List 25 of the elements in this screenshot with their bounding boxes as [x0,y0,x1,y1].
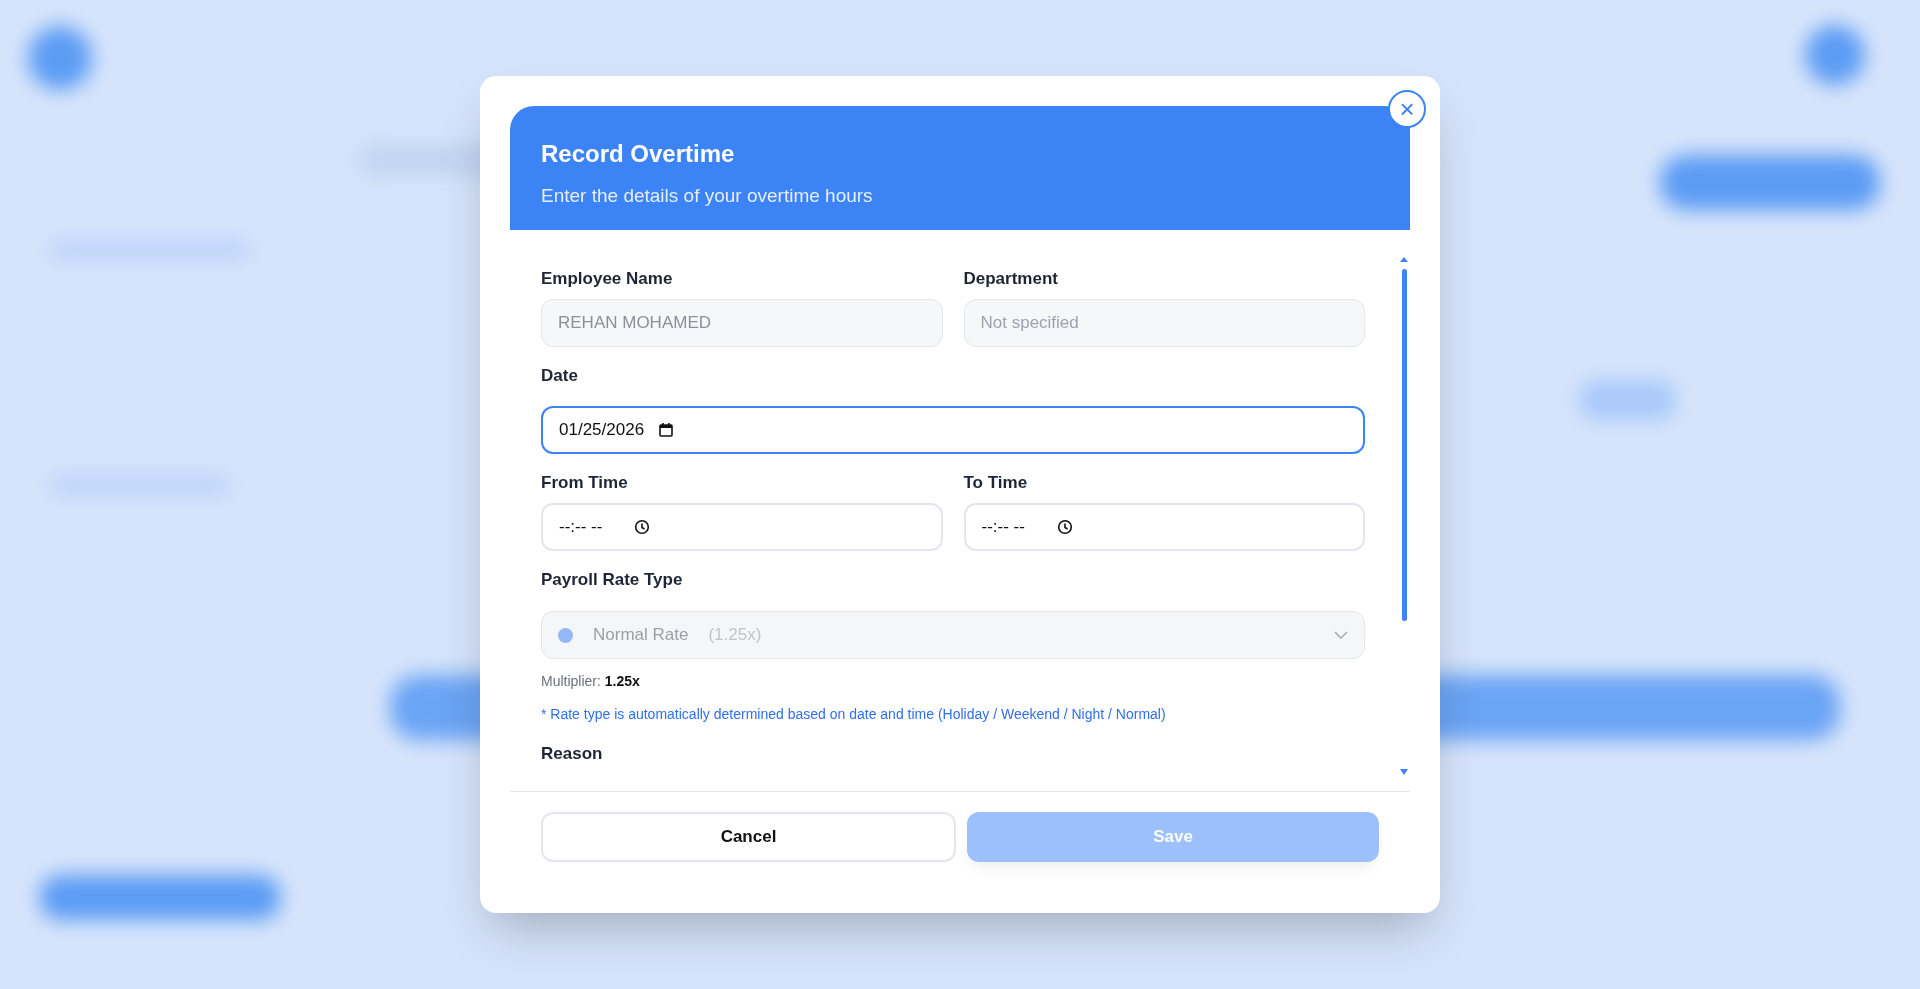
input-field[interactable]: Not specified [963,299,1365,347]
field-label: Employee Name [541,269,674,289]
input-field[interactable]: 01/25/2026 [541,406,1365,454]
rate-note: * Rate type is automatically determined based on date and time (Holiday / Weekend / Night / Normal) [541,705,1167,724]
field-label: To Time [963,473,1029,493]
field-value: --:-- -- [559,516,603,539]
input-field[interactable]: REHAN MOHAMED [541,299,943,347]
dialog-title: Record Overtime [541,139,736,169]
cancel-button[interactable]: Cancel [541,812,956,862]
input-field[interactable]: --:-- -- [541,503,943,551]
field-label: Department [963,269,1059,289]
field-label: From Time [541,473,629,493]
close-button[interactable]: × [1388,90,1426,128]
calendar-icon[interactable] [658,422,675,438]
field-label: Reason [541,743,604,765]
input-field[interactable]: --:-- -- [963,503,1365,551]
clock-icon[interactable] [1056,519,1073,535]
clock-icon[interactable] [634,519,651,535]
field-label: Payroll Rate Type [541,570,684,590]
dialog-subtitle: Enter the details of your overtime hours [541,184,874,208]
field-value: 01/25/2026 [559,419,645,442]
field-label: Date [541,366,579,386]
rate-name: Normal Rate [593,624,689,647]
multiplier-text: Multiplier: 1.25x [541,672,641,691]
field-value: --:-- -- [981,516,1025,539]
